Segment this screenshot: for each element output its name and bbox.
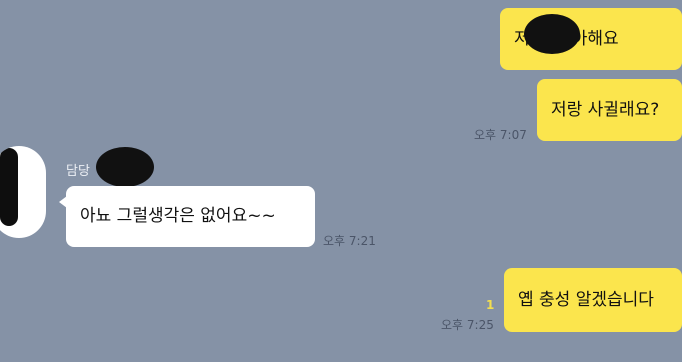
redaction-mark [96,147,154,187]
sender-name: 담당 [66,164,90,179]
message-time: 오후 7:21 [323,234,376,248]
avatar[interactable] [0,146,46,238]
message-time: 오후 7:25 [441,318,494,332]
redaction-mark [524,14,580,54]
message-bubble-other[interactable]: 아뇨 그럴생각은 없어요~~ [66,186,315,247]
message-time: 오후 7:07 [474,128,527,142]
message-text: 아뇨 그럴생각은 없어요~~ [80,206,276,227]
message-bubble-mine[interactable]: 저랑 사귈래요? [537,79,682,141]
chat-room: 저 씨 좋아해요 저랑 사귈래요? 오후 7:07 담당 아뇨 그럴생각은 없어… [0,0,682,362]
avatar-redaction-mark [0,148,18,226]
message-bubble-mine[interactable]: 옙 충성 알겠습니다 [504,268,682,332]
message-text: 저랑 사귈래요? [551,99,660,120]
unread-count: 1 [486,298,495,312]
message-text: 옙 충성 알겠습니다 [518,289,654,310]
